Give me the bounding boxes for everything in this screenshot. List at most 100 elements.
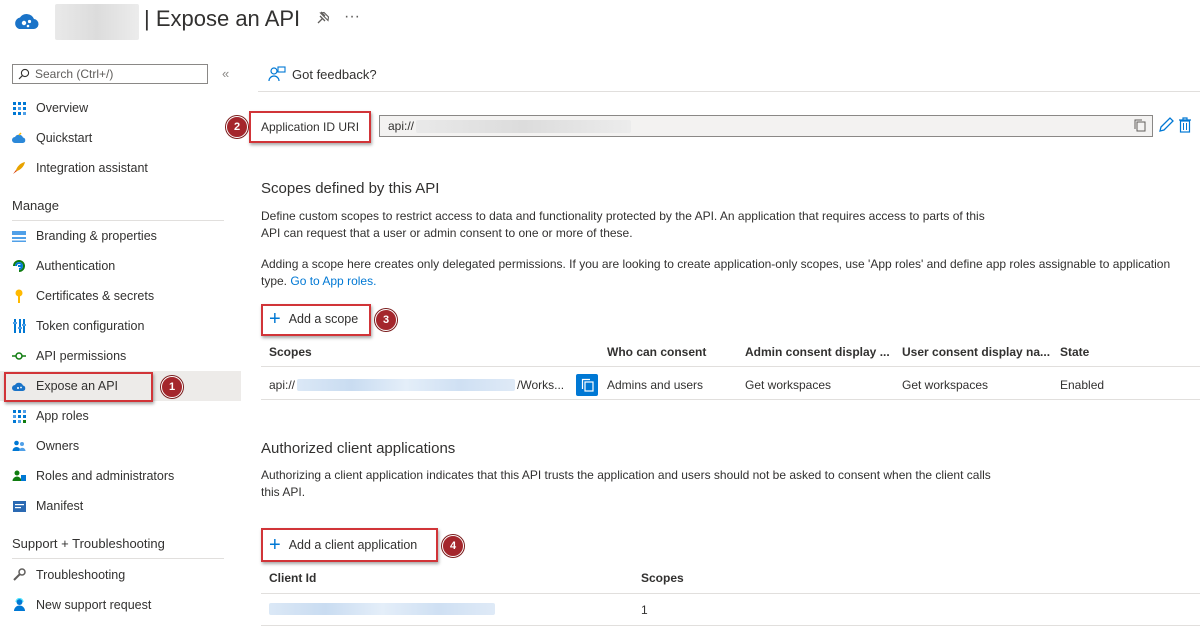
sidebar-item-label: Roles and administrators (36, 469, 175, 483)
scope-admin-consent-display: Get workspaces (745, 378, 832, 392)
sidebar-item-certificates[interactable]: Certificates & secrets (0, 281, 241, 311)
scope-prefix: api:// (269, 378, 296, 392)
app-roles-icon (12, 409, 26, 423)
callout-box-3 (261, 304, 371, 336)
copy-icon[interactable] (1134, 119, 1147, 135)
scope-link[interactable]: api:// /Works... (269, 378, 564, 392)
sidebar-item-label: Manifest (36, 499, 84, 513)
sidebar-item-label: Quickstart (36, 131, 93, 145)
sidebar-item-manifest[interactable]: Manifest (0, 491, 241, 521)
sidebar-item-new-support-request[interactable]: New support request (0, 590, 241, 620)
edit-icon[interactable] (1158, 117, 1174, 136)
sidebar-item-authentication[interactable]: Authentication (0, 251, 241, 281)
scope-redacted (297, 379, 516, 391)
sidebar-item-app-roles[interactable]: App roles (0, 401, 241, 431)
table-row-divider (261, 625, 1200, 626)
table-header-divider (261, 593, 1200, 594)
collapse-sidebar-button[interactable]: « (222, 66, 229, 81)
clients-heading: Authorized client applications (261, 440, 456, 457)
column-header-scopes: Scopes (269, 345, 312, 359)
feedback-button[interactable]: Got feedback? (268, 66, 377, 82)
sidebar-item-label: New support request (36, 598, 152, 612)
manifest-icon (12, 499, 26, 513)
owners-icon (12, 439, 26, 453)
copy-scope-button[interactable] (576, 374, 598, 396)
search-icon (18, 68, 30, 80)
column-header-who-can-consent: Who can consent (607, 345, 707, 359)
copy-icon (581, 378, 594, 392)
go-to-app-roles-link[interactable]: Go to App roles. (290, 274, 376, 288)
clients-description-line1: Authorizing a client application indicat… (261, 468, 991, 482)
table-row-divider (261, 399, 1200, 400)
table-header-divider (261, 366, 1200, 367)
sidebar-item-troubleshooting[interactable]: Troubleshooting (0, 560, 241, 590)
app-name-redacted (55, 4, 139, 40)
sidebar-item-label: API permissions (36, 349, 127, 363)
page-title: | Expose an API (144, 6, 301, 31)
sidebar-item-branding[interactable]: Branding & properties (0, 221, 241, 251)
scopes-description-line1: Define custom scopes to restrict access … (261, 209, 985, 223)
support-heading: Support + Troubleshooting (12, 536, 165, 551)
column-header-admin-consent-display[interactable]: Admin consent display ... (745, 345, 890, 359)
delete-icon[interactable] (1178, 117, 1192, 136)
callout-badge-2: 2 (226, 116, 248, 138)
api-permissions-icon (12, 349, 26, 363)
support-icon (12, 598, 26, 612)
client-id-redacted[interactable] (269, 603, 495, 615)
scope-who-can-consent: Admins and users (607, 378, 704, 392)
feedback-label: Got feedback? (292, 66, 377, 82)
sidebar-item-token-configuration[interactable]: Token configuration (0, 311, 241, 341)
callout-box-2 (249, 111, 371, 143)
sidebar-item-api-permissions[interactable]: API permissions (0, 341, 241, 371)
scopes-description-line4: type. Go to App roles. (261, 273, 376, 290)
pin-icon[interactable] (316, 11, 330, 28)
rocket-icon (12, 161, 26, 175)
sidebar-item-integration-assistant[interactable]: Integration assistant (0, 153, 241, 183)
search-input[interactable]: Search (Ctrl+/) (12, 64, 208, 84)
uri-redacted (416, 119, 632, 133)
overview-icon (12, 101, 26, 115)
sidebar-item-label: Troubleshooting (36, 568, 126, 582)
sidebar-item-roles-and-administrators[interactable]: Roles and administrators (0, 461, 241, 491)
application-id-uri-field[interactable]: api:// (379, 115, 1153, 137)
wrench-icon (12, 568, 26, 582)
manage-heading: Manage (12, 198, 59, 213)
search-placeholder: Search (Ctrl+/) (35, 67, 114, 81)
authentication-icon (12, 259, 26, 273)
scope-user-consent-display: Get workspaces (902, 378, 989, 392)
sidebar-item-quickstart[interactable]: Quickstart (0, 123, 241, 153)
callout-badge-3: 3 (375, 309, 397, 331)
callout-badge-1: 1 (161, 376, 183, 398)
sidebar-item-label: Token configuration (36, 319, 145, 333)
scopes-description-line2: API can request that a user or admin con… (261, 226, 633, 240)
sidebar-item-label: Certificates & secrets (36, 289, 155, 303)
sidebar-item-label: Authentication (36, 259, 116, 273)
callout-box-1 (4, 372, 153, 402)
ellipsis-icon[interactable]: ··· (344, 8, 360, 26)
column-header-state: State (1060, 345, 1090, 359)
sidebar-item-label: Owners (36, 439, 80, 453)
callout-box-4 (261, 528, 438, 562)
sidebar-item-label: Branding & properties (36, 229, 157, 243)
scope-state: Enabled (1060, 378, 1105, 392)
scope-suffix: /Works... (517, 378, 565, 392)
column-header-user-consent-display[interactable]: User consent display na... (902, 345, 1050, 359)
section-divider (12, 558, 224, 559)
sidebar-item-overview[interactable]: Overview (0, 93, 241, 123)
scopes-description-line3: Adding a scope here creates only delegat… (261, 257, 1171, 271)
sidebar-item-label: Overview (36, 101, 89, 115)
scopes-heading: Scopes defined by this API (261, 180, 440, 197)
client-scopes-count: 1 (641, 603, 648, 617)
quickstart-icon (12, 131, 26, 145)
sidebar-item-owners[interactable]: Owners (0, 431, 241, 461)
toolbar-divider (258, 91, 1200, 92)
column-header-client-scopes: Scopes (641, 571, 684, 585)
scopes-description-prefix: type. (261, 274, 288, 288)
column-header-client-id: Client Id (269, 571, 317, 585)
roles-icon (12, 469, 26, 483)
callout-badge-4: 4 (442, 535, 464, 557)
sidebar-item-label: App roles (36, 409, 89, 423)
branding-icon (12, 229, 26, 243)
app-registration-icon (12, 8, 40, 36)
key-icon (12, 289, 26, 303)
